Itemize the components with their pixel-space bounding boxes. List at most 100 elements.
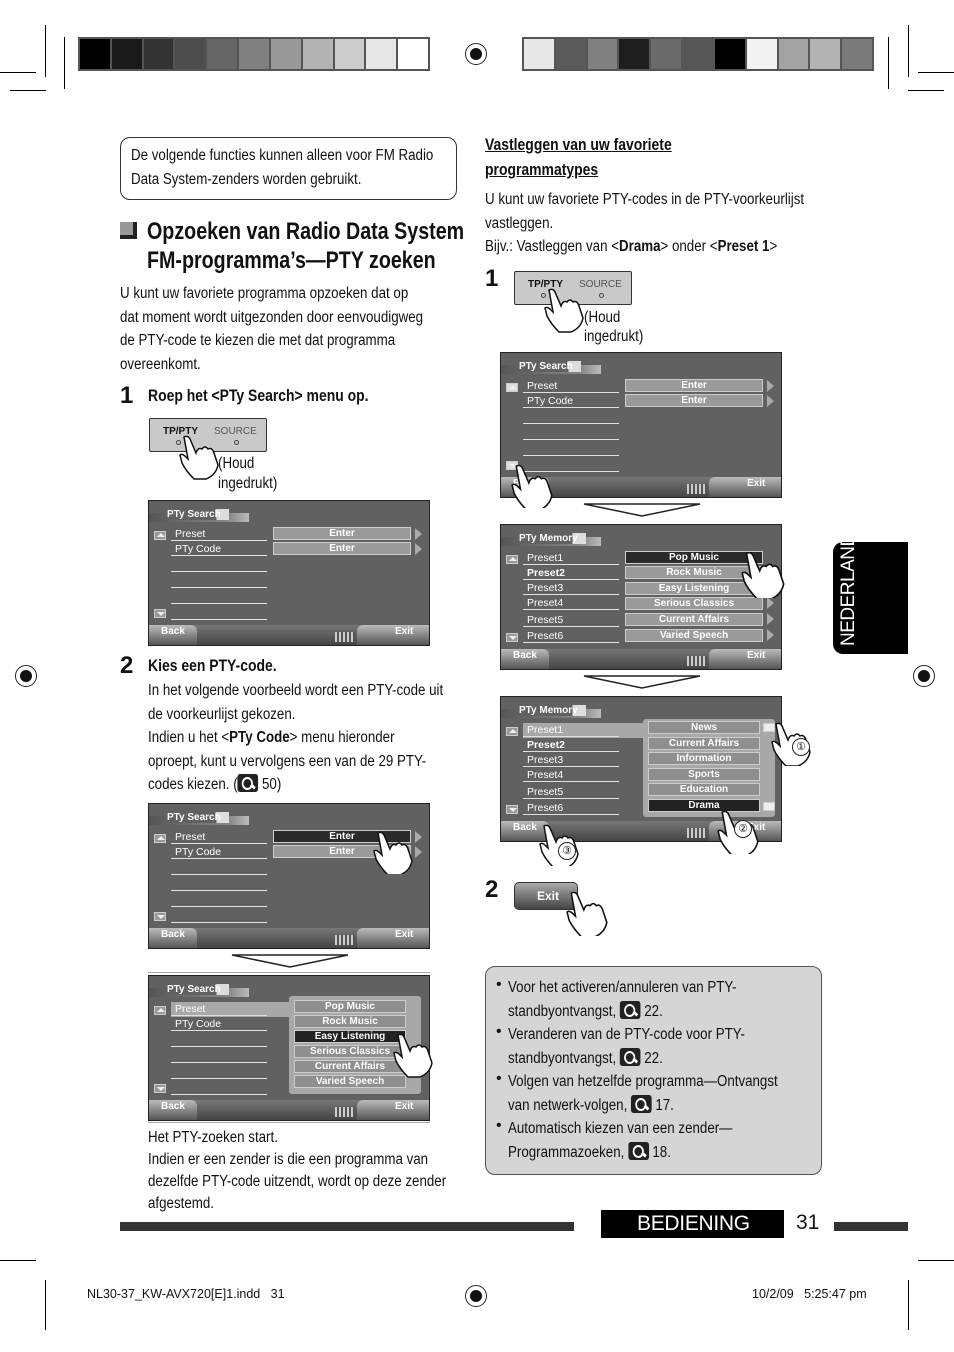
footer-section-label-box: BEDIENING [601,1210,784,1238]
preset-row[interactable]: Preset6 [523,801,619,815]
enter-button[interactable]: Enter [273,542,411,555]
exit-button[interactable]: Exit [709,649,781,669]
scroll-up-button[interactable] [506,727,518,736]
menu-row-preset[interactable]: Preset [523,379,619,393]
menu-row-preset[interactable]: Preset [171,830,267,844]
arrow-right-icon [415,831,422,843]
preset-row[interactable]: Preset2 [523,566,619,580]
pointing-hand-icon [566,891,608,936]
page-reference: 18. [652,1143,671,1161]
enter-button[interactable]: Enter [273,527,411,540]
scroll-down-button[interactable] [154,912,166,921]
subsection-intro: U kunt uw favoriete PTY-codes in de PTY-… [485,188,856,259]
description-line: In het volgende voorbeeld wordt een PTY-… [148,682,444,699]
indicator-dot [599,293,604,298]
result-description: Het PTY-zoeken start. Indien er een zend… [148,1127,495,1215]
preset-row[interactable]: Preset6 [523,629,619,643]
color-swatch [398,39,428,69]
level-bars-icon [335,935,355,945]
pty-option[interactable]: News [648,721,760,734]
preset-row[interactable]: Preset3 [523,581,619,595]
reference-magnifier-icon [631,1094,652,1113]
preset-row[interactable]: Preset5 [523,785,619,799]
pty-value[interactable]: Varied Speech [625,629,763,642]
tip-line: standbyontvangst, 22. [508,1000,769,1024]
pty-value[interactable]: Serious Classics [625,597,763,610]
preset-row[interactable]: Preset5 [523,613,619,627]
text-span: Bijv.: Vastleggen van < [485,238,619,255]
pty-option[interactable]: Varied Speech [294,1075,406,1088]
scroll-up-button[interactable] [154,834,166,843]
reference-magnifier-icon [619,1047,641,1066]
tip-line: Voor het activeren/annuleren van PTY- [508,979,737,996]
pty-value[interactable]: Current Affairs [625,613,763,626]
scroll-up-button[interactable] [506,555,518,564]
text-span: standbyontvangst, [508,1002,617,1020]
print-timestamp: 10/2/09 5:25:47 pm [752,1287,867,1301]
pty-option[interactable]: Current Affairs [294,1060,406,1073]
scroll-down-button[interactable] [154,609,166,618]
menu-row-empty [171,558,267,572]
tip-item: • Veranderen van de PTY-code voor PTY- s… [496,1023,811,1070]
menu-row-pty-code[interactable]: PTy Code [171,1017,267,1031]
back-button[interactable]: Back [149,625,197,645]
pty-search-screen: PTy Search Preset PTy Code Enter Enter B… [148,500,430,646]
menu-row-pty-code[interactable]: PTy Code [523,394,619,408]
bullet: • [496,976,502,993]
menu-row-empty [171,1049,267,1063]
scroll-up-button[interactable] [154,1006,166,1015]
exit-label: Exit [537,889,560,903]
scroll-up-button[interactable] [154,531,166,540]
page-reference: 22. [644,1049,663,1067]
page-reference: 22. [644,1002,663,1020]
pty-option[interactable]: Information [648,752,760,765]
back-button[interactable]: Back [501,649,549,669]
menu-row-pty-code[interactable]: PTy Code [171,542,267,556]
enter-button[interactable]: Enter [625,394,763,407]
preset-row-selected[interactable]: Preset1 [523,723,619,737]
pty-option[interactable]: Current Affairs [648,737,760,750]
preset-row[interactable]: Preset3 [523,753,619,767]
color-swatch [587,39,620,69]
menu-row-empty [171,909,267,923]
notice-line: Data System-zenders worden gebruikt. [131,170,362,188]
intro-line: overeenkomt. [120,355,201,373]
menu-row-preset[interactable]: Preset [171,1002,267,1016]
intro-line: vastleggen. [485,214,554,232]
preset-row[interactable]: Preset4 [523,768,619,782]
list-scroll-down-button[interactable] [763,802,775,811]
arrow-right-icon [415,528,422,540]
enter-button[interactable]: Enter [625,379,763,392]
exit-button[interactable]: Exit [357,1100,429,1120]
arrow-right-icon [767,395,774,407]
scroll-up-button[interactable] [506,383,518,392]
text-span: Programmazoeken, [508,1143,625,1161]
pty-option[interactable]: Education [648,783,760,796]
back-button[interactable]: Back [149,928,197,948]
language-tab-label: NEDERLANDS [838,521,859,646]
exit-button[interactable]: Exit [709,477,781,497]
preset-row[interactable]: Preset1 [523,551,619,565]
pty-option[interactable]: Pop Music [294,1000,406,1013]
pty-option-selected[interactable]: Easy Listening [294,1030,406,1043]
preset-row[interactable]: Preset4 [523,596,619,610]
step-label: Kies een PTY-code. [148,656,277,675]
pty-option[interactable]: Serious Classics [294,1045,406,1058]
pty-option[interactable]: Rock Music [294,1015,406,1028]
color-swatch [555,39,588,69]
preset-row[interactable]: Preset2 [523,738,619,752]
back-button[interactable]: Back [149,1100,197,1120]
scroll-down-button[interactable] [506,633,518,642]
scroll-down-button[interactable] [154,1084,166,1093]
menu-row-pty-code[interactable]: PTy Code [171,845,267,859]
menu-row-preset[interactable]: Preset [171,527,267,541]
footer-rule-right [834,1222,908,1231]
arrow-right-icon [767,629,774,641]
exit-button[interactable]: Exit [357,625,429,645]
exit-button[interactable]: Exit [357,928,429,948]
menu-row-empty [171,877,267,891]
pty-option[interactable]: Sports [648,768,760,781]
menu-row-empty [523,442,619,456]
scroll-down-button[interactable] [506,805,518,814]
color-calibration-bar-right [522,37,874,71]
